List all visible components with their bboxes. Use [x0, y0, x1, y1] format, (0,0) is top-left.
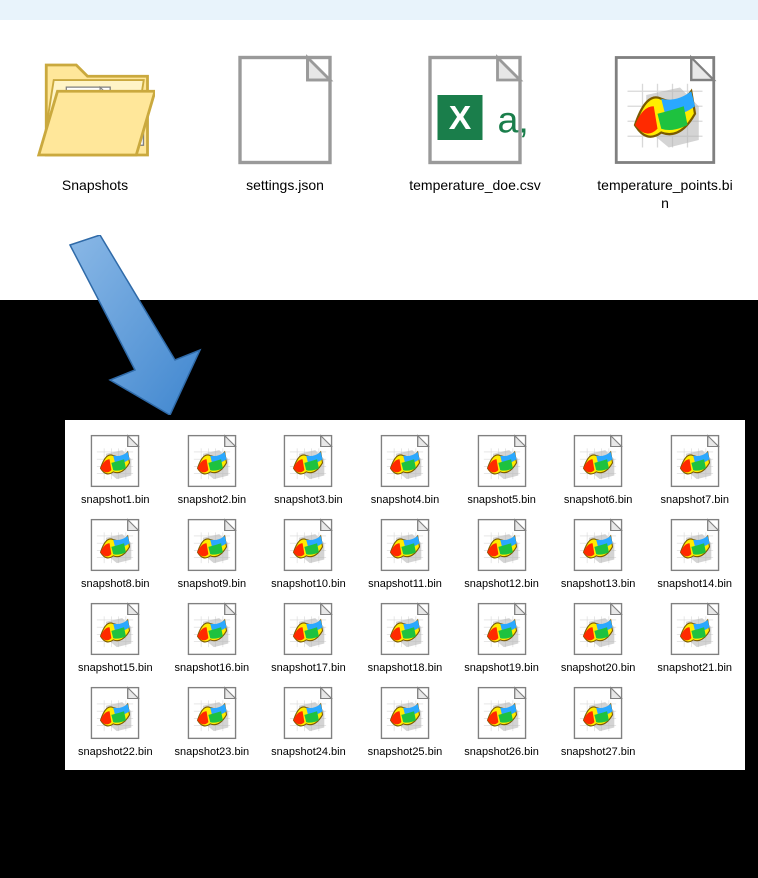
bin-file-icon [183, 600, 241, 658]
file-label: snapshot20.bin [561, 662, 636, 674]
file-item[interactable]: snapshot5.bin [457, 432, 546, 506]
file-label: snapshot7.bin [660, 494, 729, 506]
file-label: snapshot21.bin [657, 662, 732, 674]
file-item[interactable]: snapshot2.bin [168, 432, 257, 506]
bin-file-icon [183, 516, 241, 574]
bin-file-icon [569, 684, 627, 742]
file-item[interactable]: settings.json [210, 50, 360, 212]
csv-file-icon [415, 50, 535, 170]
bin-file-icon [279, 432, 337, 490]
file-label: snapshot17.bin [271, 662, 346, 674]
file-label: snapshot12.bin [464, 578, 539, 590]
file-label: temperature_doe.csv [409, 176, 541, 194]
bin-file-icon [605, 50, 725, 170]
file-label: snapshot9.bin [178, 578, 247, 590]
bin-file-icon [569, 432, 627, 490]
bin-file-icon [86, 432, 144, 490]
file-label: snapshot24.bin [271, 746, 346, 758]
bin-file-icon [666, 516, 724, 574]
file-label: snapshot1.bin [81, 494, 150, 506]
folder-icon [35, 50, 155, 170]
bin-file-icon [86, 684, 144, 742]
file-label: snapshot26.bin [464, 746, 539, 758]
file-item[interactable]: snapshot8.bin [71, 516, 160, 590]
lower-panel-background: snapshot1.bin snapshot2.bin snapshot3.bin s… [0, 300, 758, 878]
file-item[interactable]: snapshot12.bin [457, 516, 546, 590]
file-item[interactable]: temperature_doe.csv [400, 50, 550, 212]
blank-file-icon [225, 50, 345, 170]
file-label: snapshot14.bin [657, 578, 732, 590]
file-label: snapshot3.bin [274, 494, 343, 506]
file-label: snapshot4.bin [371, 494, 440, 506]
file-label: Snapshots [62, 176, 128, 194]
bin-file-icon [376, 600, 434, 658]
bin-file-icon [279, 516, 337, 574]
file-item[interactable]: snapshot11.bin [361, 516, 450, 590]
file-item[interactable]: snapshot15.bin [71, 600, 160, 674]
file-item[interactable]: snapshot25.bin [361, 684, 450, 758]
bin-file-icon [569, 516, 627, 574]
file-label: temperature_points.bin [595, 176, 735, 212]
file-item[interactable]: snapshot13.bin [554, 516, 643, 590]
file-item[interactable]: snapshot4.bin [361, 432, 450, 506]
bin-file-icon [473, 600, 531, 658]
file-item[interactable]: snapshot14.bin [650, 516, 739, 590]
bin-file-icon [473, 684, 531, 742]
file-label: snapshot2.bin [178, 494, 247, 506]
file-label: snapshot27.bin [561, 746, 636, 758]
file-item[interactable]: temperature_points.bin [590, 50, 740, 212]
bin-file-icon [86, 600, 144, 658]
file-label: snapshot15.bin [78, 662, 153, 674]
file-item[interactable]: snapshot22.bin [71, 684, 160, 758]
file-label: snapshot6.bin [564, 494, 633, 506]
bin-file-icon [86, 516, 144, 574]
file-label: snapshot22.bin [78, 746, 153, 758]
file-item[interactable]: snapshot6.bin [554, 432, 643, 506]
file-label: snapshot23.bin [175, 746, 250, 758]
snapshots-folder-view: snapshot1.bin snapshot2.bin snapshot3.bin s… [65, 420, 745, 770]
file-item[interactable]: snapshot26.bin [457, 684, 546, 758]
bin-file-icon [666, 432, 724, 490]
file-label: snapshot13.bin [561, 578, 636, 590]
file-item[interactable]: snapshot9.bin [168, 516, 257, 590]
bin-file-icon [279, 600, 337, 658]
file-label: snapshot19.bin [464, 662, 539, 674]
file-item[interactable]: snapshot18.bin [361, 600, 450, 674]
file-item[interactable]: snapshot20.bin [554, 600, 643, 674]
file-label: snapshot8.bin [81, 578, 150, 590]
file-item[interactable]: snapshot24.bin [264, 684, 353, 758]
bin-file-icon [376, 516, 434, 574]
file-item[interactable]: snapshot27.bin [554, 684, 643, 758]
file-label: snapshot16.bin [175, 662, 250, 674]
bin-file-icon [376, 432, 434, 490]
bin-file-icon [183, 432, 241, 490]
file-item[interactable]: snapshot3.bin [264, 432, 353, 506]
bin-file-icon [279, 684, 337, 742]
file-item[interactable]: snapshot19.bin [457, 600, 546, 674]
file-label: snapshot25.bin [368, 746, 443, 758]
file-item[interactable]: snapshot23.bin [168, 684, 257, 758]
file-item[interactable]: snapshot17.bin [264, 600, 353, 674]
file-label: snapshot5.bin [467, 494, 536, 506]
file-label: snapshot18.bin [368, 662, 443, 674]
file-item[interactable]: snapshot1.bin [71, 432, 160, 506]
bin-file-icon [376, 684, 434, 742]
file-label: snapshot10.bin [271, 578, 346, 590]
file-item[interactable]: snapshot7.bin [650, 432, 739, 506]
file-item[interactable]: snapshot16.bin [168, 600, 257, 674]
parent-folder-view: Snapshots settings.json temperature_doe.cs… [0, 0, 758, 310]
bin-file-icon [473, 516, 531, 574]
bin-file-icon [666, 600, 724, 658]
file-label: snapshot11.bin [368, 578, 442, 590]
bin-file-icon [473, 432, 531, 490]
bin-file-icon [569, 600, 627, 658]
bin-file-icon [183, 684, 241, 742]
file-item[interactable]: snapshot10.bin [264, 516, 353, 590]
file-label: settings.json [246, 176, 324, 194]
file-item[interactable]: snapshot21.bin [650, 600, 739, 674]
folder-item[interactable]: Snapshots [20, 50, 170, 212]
